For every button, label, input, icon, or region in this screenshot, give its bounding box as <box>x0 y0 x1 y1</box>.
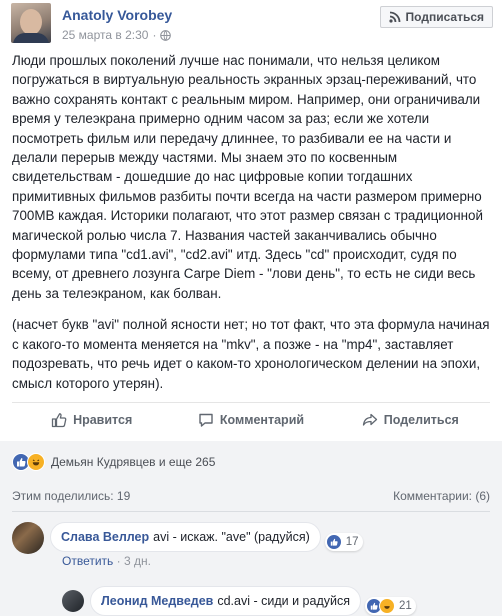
globe-icon[interactable] <box>160 29 172 41</box>
post-paragraph: Люди прошлых поколений лучше нас понимал… <box>12 53 483 301</box>
author-name[interactable]: Anatoly Vorobey <box>62 7 172 23</box>
comment-reaction-count: 21 <box>399 600 412 612</box>
commenter-avatar[interactable] <box>62 590 84 612</box>
comment-reactions[interactable]: 21 <box>365 597 416 615</box>
reply-link[interactable]: Ответить <box>62 554 113 568</box>
share-button[interactable]: Поделиться <box>331 404 490 436</box>
comment-bubble: Слава Веллер avi - искаж. "ave" (радуйся) <box>50 522 321 552</box>
comments-count[interactable]: Комментарии: (6) <box>393 489 490 503</box>
commenter-avatar[interactable] <box>12 522 44 554</box>
subscribe-button[interactable]: Подписаться <box>379 6 493 28</box>
like-reaction-icon <box>325 534 342 550</box>
comment-reactions[interactable]: 17 <box>324 533 363 551</box>
share-label: Поделиться <box>383 413 459 427</box>
facebook-post: Anatoly Vorobey 25 марта в 2:30 · Подпис… <box>0 0 502 616</box>
comment: Слава Веллер avi - искаж. "ave" (радуйся)… <box>12 522 363 554</box>
rss-icon <box>388 11 400 23</box>
feedback-section: Демьян Кудрявцев и еще 265 Этим поделили… <box>0 441 502 616</box>
post-timestamp[interactable]: 25 марта в 2:30 <box>62 28 148 42</box>
comment-bubble: Леонид Медведев cd.avi - сиди и радуйся <box>90 586 361 616</box>
comment-icon <box>199 413 213 427</box>
comment-button[interactable]: Комментарий <box>171 404 330 436</box>
author-avatar[interactable] <box>11 3 51 43</box>
reactions-names[interactable]: Демьян Кудрявцев и еще 265 <box>51 455 215 469</box>
reactions-summary[interactable]: Демьян Кудрявцев и еще 265 <box>12 453 215 471</box>
commenter-name[interactable]: Слава Веллер <box>61 530 149 544</box>
comment-text: avi - искаж. "ave" (радуйся) <box>153 530 310 544</box>
comment-time[interactable]: 3 дн. <box>124 554 151 568</box>
commenter-name[interactable]: Леонид Медведев <box>101 594 213 608</box>
comment-label: Комментарий <box>219 413 305 427</box>
subscribe-label: Подписаться <box>405 10 484 24</box>
haha-reaction-icon <box>379 598 395 614</box>
post-text: Люди прошлых поколений лучше нас понимал… <box>12 51 496 405</box>
separator-dot: · <box>116 554 121 568</box>
like-button[interactable]: Нравится <box>12 404 171 436</box>
thumbs-up-icon <box>51 413 67 428</box>
shares-count[interactable]: Этим поделились: 19 <box>12 489 130 503</box>
comment-reply: Леонид Медведев cd.avi - сиди и радуйся 2… <box>62 586 416 616</box>
action-bar: Нравится Комментарий Поделиться <box>12 404 490 436</box>
divider <box>12 511 490 512</box>
post-meta: 25 марта в 2:30 · <box>62 28 172 42</box>
separator-dot: · <box>152 28 157 42</box>
comment-reaction-count: 17 <box>345 536 359 548</box>
share-arrow-icon <box>362 413 377 426</box>
comment-actions: Ответить · 3 дн. <box>62 554 151 568</box>
haha-reaction-icon <box>27 453 45 471</box>
like-label: Нравится <box>73 413 133 427</box>
post-paragraph: (насчет букв "avi" полной ясности нет; н… <box>12 317 490 391</box>
comment-text: cd.avi - сиди и радуйся <box>217 594 350 608</box>
divider <box>12 402 490 403</box>
